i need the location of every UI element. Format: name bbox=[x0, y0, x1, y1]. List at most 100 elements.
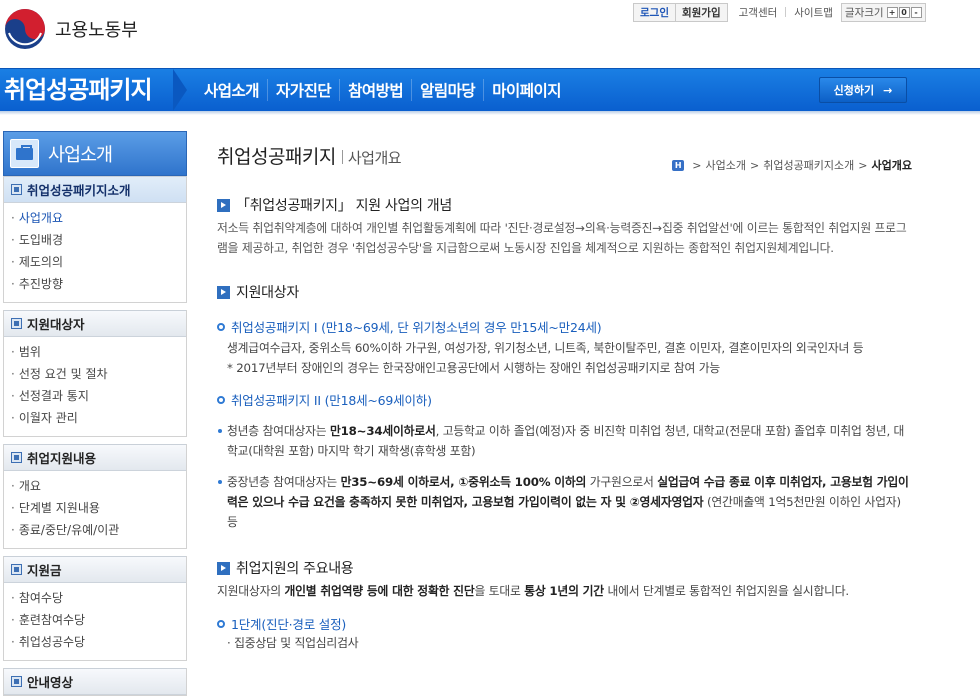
sidebar-item-training-allowance[interactable]: 훈련참여수당 bbox=[11, 609, 186, 631]
sidebar-item-notification[interactable]: 선정결과 통지 bbox=[11, 385, 186, 407]
font-decrease-button[interactable]: - bbox=[910, 6, 922, 18]
chevron-right-icon: > bbox=[692, 158, 702, 172]
chevron-right-icon: > bbox=[749, 158, 760, 172]
sidebar-head-label: 취업지원내용 bbox=[27, 451, 97, 466]
bullet-middle-aged: 중장년층 참여대상자는 만35~69세 이하로서, ①중위소득 100% 이하의… bbox=[217, 472, 912, 532]
join-link[interactable]: 회원가입 bbox=[676, 4, 727, 21]
square-bullet-icon bbox=[11, 452, 22, 463]
section-title-text: 지원대상자 bbox=[236, 285, 299, 301]
utility-nav: 로그인 회원가입 고객센터 사이트맵 글자크기 + 0 - bbox=[633, 2, 926, 22]
square-bullet-icon bbox=[11, 564, 22, 575]
logo[interactable]: 고용노동부 bbox=[4, 8, 138, 50]
sidebar-item-scope[interactable]: 범위 bbox=[11, 341, 186, 363]
square-bullet-icon bbox=[11, 184, 22, 195]
sitemap-link[interactable]: 사이트맵 bbox=[794, 5, 833, 20]
square-bullet-icon bbox=[11, 318, 22, 329]
sub-title-text: 취업성공패키지 II (만18세~69세이하) bbox=[231, 393, 432, 408]
sidebar-item-summary[interactable]: 개요 bbox=[11, 475, 186, 497]
step-body: · 집중상담 및 직업심리검사 bbox=[227, 636, 359, 650]
section-body: 저소득 취업취약계층에 대하여 개인별 취업활동계획에 따라 '진단·경로설정→… bbox=[217, 221, 907, 255]
home-icon[interactable]: H bbox=[672, 159, 685, 171]
sidebar-list: 참여수당 훈련참여수당 취업성공수당 bbox=[4, 583, 186, 660]
breadcrumb-item[interactable]: 취업성공패키지소개 bbox=[763, 157, 854, 173]
play-arrow-icon bbox=[217, 561, 230, 575]
section-title-text: 「취업성공패키지」 지원 사업의 개념 bbox=[236, 198, 452, 214]
sidebar-list: 개요 단계별 지원내용 종료/중단/유예/이관 bbox=[4, 471, 186, 548]
divider bbox=[3, 661, 187, 668]
login-group: 로그인 회원가입 bbox=[633, 2, 728, 22]
brand-title[interactable]: 취업성공패키지 bbox=[0, 69, 182, 112]
bullet-youth: 청년층 참여대상자는 만18~34세이하로서, 고등학교 이하 졸업(예정)자 … bbox=[217, 421, 912, 461]
sidebar-title-text: 사업소개 bbox=[48, 144, 113, 166]
sidebar-head-target[interactable]: 지원대상자 bbox=[4, 310, 186, 337]
login-link[interactable]: 로그인 bbox=[634, 3, 676, 21]
menu-item-self-diagnosis[interactable]: 자가진단 bbox=[267, 79, 339, 101]
square-bullet-icon bbox=[11, 676, 22, 687]
circle-bullet-icon bbox=[217, 322, 225, 331]
sidebar-item-background[interactable]: 도입배경 bbox=[11, 229, 186, 251]
sidebar-group: 취업성공패키지소개 사업개요 도입배경 제도의의 추진방향 bbox=[3, 176, 187, 303]
chevron-right-icon: > bbox=[858, 158, 868, 172]
section-title: 「취업성공패키지」 지원 사업의 개념 bbox=[217, 195, 912, 215]
sidebar-item-selection[interactable]: 선정 요건 및 절차 bbox=[11, 363, 186, 385]
briefcase-icon bbox=[10, 139, 39, 168]
arrow-right-icon: → bbox=[883, 83, 893, 97]
sidebar-head-allowance[interactable]: 지원금 bbox=[4, 556, 186, 583]
sidebar-item-significance[interactable]: 제도의의 bbox=[11, 251, 186, 273]
divider bbox=[3, 437, 187, 444]
main-nav: 취업성공패키지 사업소개 자가진단 참여방법 알림마당 마이페이지 신청하기 → bbox=[0, 68, 980, 111]
sub-title-text: 1단계(진단·경로 설정) bbox=[231, 617, 347, 632]
divider bbox=[341, 150, 343, 164]
sidebar-item-overview[interactable]: 사업개요 bbox=[11, 207, 186, 229]
play-arrow-icon bbox=[217, 198, 230, 212]
sidebar: 사업소개 취업성공패키지소개 사업개요 도입배경 제도의의 추진방향 지원대상자… bbox=[3, 131, 187, 696]
main-content: 취업성공패키지 사업개요 H > 사업소개 > 취업성공패키지소개 > 사업개요 … bbox=[217, 142, 912, 653]
sidebar-head-package-intro[interactable]: 취업성공패키지소개 bbox=[4, 176, 186, 203]
circle-bullet-icon bbox=[217, 395, 225, 404]
section-title-text: 취업지원의 주요내용 bbox=[236, 561, 354, 577]
logo-text: 고용노동부 bbox=[55, 20, 138, 41]
sidebar-item-success-allowance[interactable]: 취업성공수당 bbox=[11, 631, 186, 653]
sidebar-list: 범위 선정 요건 및 절차 선정결과 통지 이월자 관리 bbox=[4, 337, 186, 436]
page-title-text: 취업성공패키지 bbox=[217, 146, 336, 168]
government-logo-icon bbox=[5, 9, 45, 49]
breadcrumb-item[interactable]: 사업소개 bbox=[706, 157, 746, 173]
sidebar-item-carryover[interactable]: 이월자 관리 bbox=[11, 407, 186, 429]
sidebar-title: 사업소개 bbox=[3, 131, 187, 176]
divider bbox=[3, 303, 187, 310]
sidebar-group: 취업지원내용 개요 단계별 지원내용 종료/중단/유예/이관 bbox=[3, 444, 187, 549]
sidebar-item-direction[interactable]: 추진방향 bbox=[11, 273, 186, 295]
nav-shadow bbox=[0, 111, 980, 115]
divider bbox=[785, 7, 787, 17]
page-subtitle: 사업개요 bbox=[347, 149, 402, 167]
sidebar-group: 안내영상 bbox=[3, 668, 187, 696]
breadcrumb: H > 사업소개 > 취업성공패키지소개 > 사업개요 bbox=[672, 157, 912, 173]
section-title: 취업지원의 주요내용 bbox=[217, 558, 912, 578]
section-body: 지원대상자의 개인별 취업역량 등에 대한 정확한 진단을 토대로 통상 1년의… bbox=[217, 584, 849, 598]
sidebar-group: 지원대상자 범위 선정 요건 및 절차 선정결과 통지 이월자 관리 bbox=[3, 310, 187, 437]
circle-bullet-icon bbox=[217, 619, 225, 628]
breadcrumb-current: 사업개요 bbox=[871, 159, 912, 172]
font-increase-button[interactable]: + bbox=[886, 6, 898, 18]
menu-item-intro[interactable]: 사업소개 bbox=[196, 79, 267, 101]
sidebar-head-support[interactable]: 취업지원내용 bbox=[4, 444, 186, 471]
help-center-link[interactable]: 고객센터 bbox=[739, 5, 778, 20]
menu-item-notice[interactable]: 알림마당 bbox=[411, 79, 483, 101]
font-size-control: 글자크기 + 0 - bbox=[840, 2, 926, 22]
sidebar-list: 사업개요 도입배경 제도의의 추진방향 bbox=[4, 203, 186, 302]
apply-label: 신청하기 bbox=[833, 84, 875, 97]
sidebar-head-label: 안내영상 bbox=[27, 675, 74, 690]
sidebar-head-video[interactable]: 안내영상 bbox=[4, 668, 186, 695]
apply-button[interactable]: 신청하기 → bbox=[819, 77, 907, 103]
sidebar-item-participation-allowance[interactable]: 참여수당 bbox=[11, 587, 186, 609]
target-note: * 2017년부터 장애인의 경우는 한국장애인고용공단에서 시행하는 장애인 … bbox=[227, 361, 720, 375]
brand-arrow-shape bbox=[173, 69, 187, 111]
font-reset-button[interactable]: 0 bbox=[898, 6, 910, 18]
sidebar-item-termination[interactable]: 종료/중단/유예/이관 bbox=[11, 519, 186, 541]
target-description: 생계급여수급자, 중위소득 60%이하 가구원, 여성가장, 위기청소년, 니트… bbox=[227, 341, 864, 355]
menu-item-mypage[interactable]: 마이페이지 bbox=[483, 79, 569, 101]
menu-item-how-to-join[interactable]: 참여방법 bbox=[339, 79, 411, 101]
sidebar-item-stages[interactable]: 단계별 지원내용 bbox=[11, 497, 186, 519]
section-title: 지원대상자 bbox=[217, 282, 912, 302]
divider bbox=[3, 549, 187, 556]
